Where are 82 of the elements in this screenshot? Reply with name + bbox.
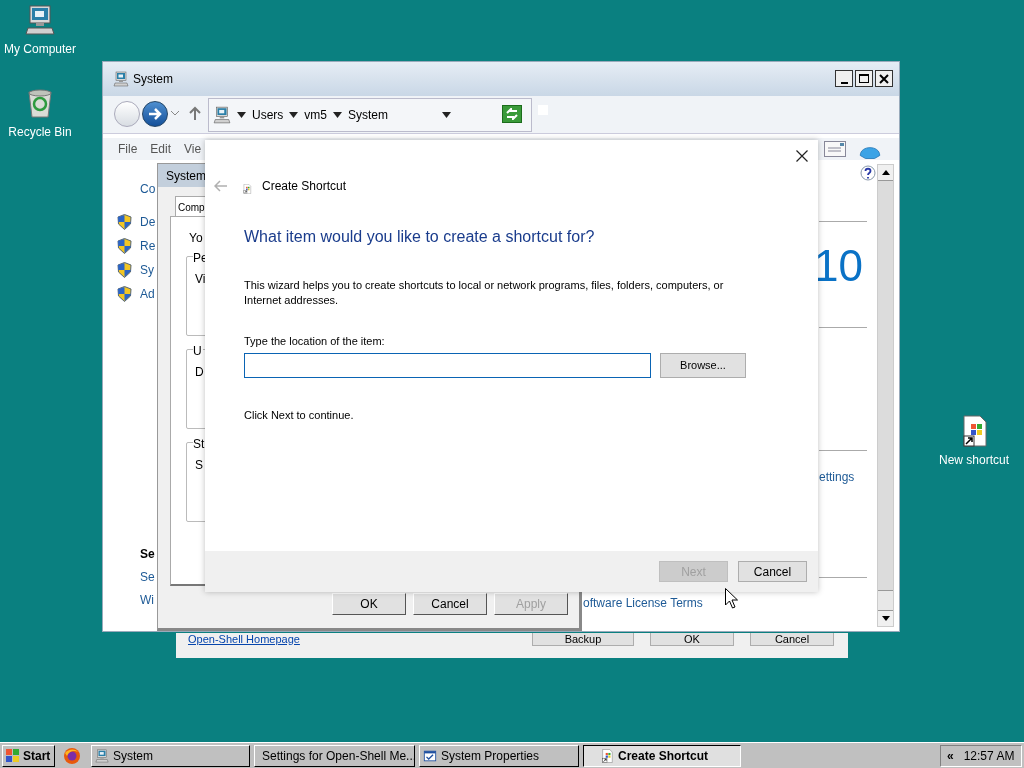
clock: 12:57 AM bbox=[963, 747, 1015, 765]
minimize-button[interactable] bbox=[835, 70, 853, 87]
taskbar-button[interactable]: System bbox=[91, 744, 250, 767]
task-link[interactable]: De bbox=[140, 213, 156, 231]
shield-icon bbox=[117, 286, 132, 302]
backup-dropdown[interactable]: Backup bbox=[532, 633, 634, 646]
see-also-link[interactable]: Se bbox=[140, 568, 155, 586]
windows-version-number: 10 bbox=[814, 240, 863, 292]
description-text: This wizard helps you to create shortcuts to local or network programs, files, folders, computers, or Internet addresses. bbox=[244, 278, 725, 308]
intro-text: Yo bbox=[189, 230, 203, 247]
see-also-link[interactable]: Wi bbox=[140, 591, 154, 609]
menu-item[interactable]: Edit bbox=[150, 140, 172, 158]
mouse-cursor-icon bbox=[725, 588, 738, 609]
breadcrumb[interactable]: Users bbox=[252, 106, 284, 124]
firefox-icon[interactable] bbox=[63, 746, 81, 765]
chevron-icon[interactable] bbox=[289, 112, 299, 118]
address-bar[interactable]: Users vm5 System bbox=[208, 98, 532, 132]
refresh-icon bbox=[505, 108, 519, 120]
shortcut-icon bbox=[600, 748, 614, 763]
scroll-down-icon[interactable] bbox=[881, 616, 890, 621]
shield-icon bbox=[117, 214, 132, 230]
task-link[interactable]: Re bbox=[140, 237, 156, 255]
cancel-button[interactable]: Cancel bbox=[750, 633, 834, 646]
computer-icon bbox=[213, 106, 231, 124]
window-check-icon bbox=[423, 748, 437, 763]
ok-button[interactable]: OK bbox=[650, 633, 734, 646]
desktop-icon-label[interactable]: New shortcut bbox=[939, 451, 1009, 469]
taskbar-button[interactable]: System Properties bbox=[419, 744, 579, 767]
license-link[interactable]: oftware License Terms bbox=[583, 594, 703, 612]
envelope-icon[interactable] bbox=[824, 141, 846, 157]
taskbar-button[interactable]: Settings for Open-Shell Me... bbox=[254, 744, 415, 767]
computer-icon bbox=[95, 748, 109, 763]
close-button[interactable] bbox=[875, 70, 893, 87]
maximize-icon bbox=[859, 74, 869, 83]
computer-icon bbox=[24, 4, 56, 36]
refresh-button[interactable] bbox=[502, 105, 522, 123]
task-link[interactable]: Sy bbox=[140, 261, 154, 279]
help-icon[interactable] bbox=[860, 165, 876, 183]
scrollbar[interactable] bbox=[877, 164, 894, 627]
hint-text: Click Next to continue. bbox=[244, 408, 355, 423]
scroll-up-icon[interactable] bbox=[881, 170, 890, 175]
group-text: Vi bbox=[195, 271, 206, 288]
group-text: S bbox=[195, 457, 203, 474]
cancel-button[interactable]: Cancel bbox=[738, 561, 807, 582]
wizard-title: Create Shortcut bbox=[262, 178, 347, 195]
desktop-icon-label[interactable]: Recycle Bin bbox=[8, 123, 72, 141]
computer-icon bbox=[113, 71, 129, 87]
settings-link[interactable]: ettings bbox=[819, 468, 855, 486]
group-text: D bbox=[195, 364, 204, 381]
location-field[interactable] bbox=[244, 353, 651, 378]
cancel-button[interactable]: Cancel bbox=[413, 593, 487, 615]
start-button[interactable]: Start bbox=[2, 744, 55, 767]
window-title: System bbox=[133, 71, 173, 88]
dropdown-arrow-icon[interactable] bbox=[442, 112, 451, 118]
close-icon bbox=[796, 150, 808, 162]
breadcrumb[interactable]: vm5 bbox=[304, 106, 327, 124]
minimize-icon bbox=[840, 82, 848, 84]
chevron-icon[interactable] bbox=[333, 112, 342, 118]
tray-expand-button[interactable]: « bbox=[947, 746, 954, 765]
see-also-heading: Se bbox=[140, 546, 155, 563]
shortcut-icon bbox=[242, 184, 252, 194]
ok-button[interactable]: OK bbox=[332, 593, 406, 615]
arrow-right-icon bbox=[148, 108, 162, 120]
up-arrow-icon[interactable] bbox=[189, 106, 201, 121]
close-icon bbox=[879, 73, 889, 84]
menu-item[interactable]: Vie bbox=[184, 140, 202, 158]
control-panel-link[interactable]: Co bbox=[140, 180, 156, 198]
task-link[interactable]: Ad bbox=[140, 285, 155, 303]
windows-flag-icon bbox=[5, 747, 21, 764]
breadcrumb[interactable]: System bbox=[348, 106, 389, 124]
window-title: System bbox=[166, 167, 206, 185]
chevron-icon[interactable] bbox=[237, 112, 246, 118]
taskbar-button[interactable]: Create Shortcut bbox=[583, 744, 741, 767]
menu-item[interactable]: File bbox=[118, 140, 138, 158]
shield-icon bbox=[117, 238, 132, 254]
shield-icon bbox=[117, 262, 132, 278]
location-label: Type the location of the item: bbox=[244, 334, 386, 349]
maximize-button[interactable] bbox=[855, 70, 873, 87]
homepage-link[interactable]: Open-Shell Homepage bbox=[188, 633, 300, 646]
wizard-heading: What item would you like to create a shortcut for? bbox=[244, 227, 596, 247]
desktop-icon-label[interactable]: My Computer bbox=[4, 40, 76, 58]
browse-button[interactable]: Browse... bbox=[660, 353, 746, 378]
